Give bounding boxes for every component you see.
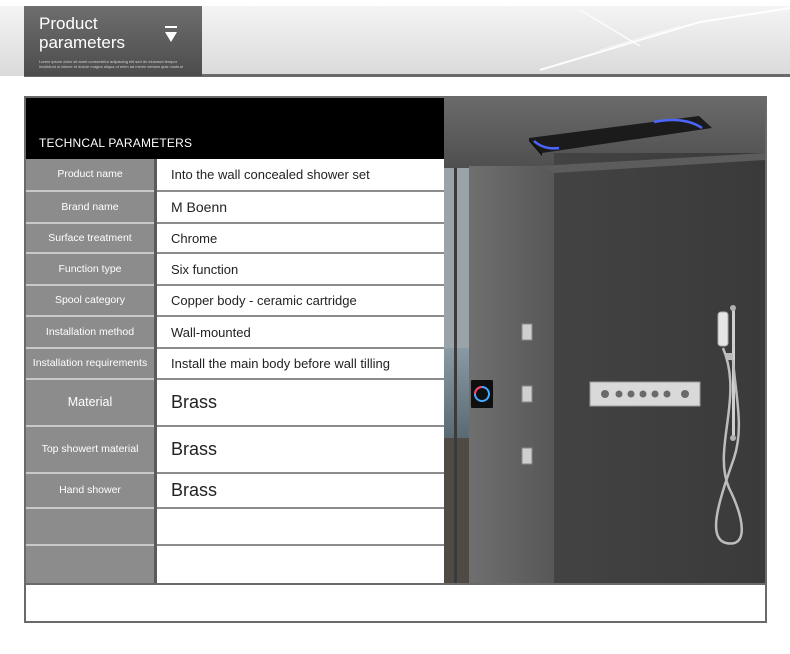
table-row: Hand shower Brass [26, 474, 444, 509]
row-value: Copper body - ceramic cartridge [157, 286, 444, 317]
table-row [26, 509, 444, 546]
table-row: Material Brass [26, 380, 444, 427]
table-row [26, 546, 444, 583]
row-value: Into the wall concealed shower set [157, 159, 444, 192]
table-row: Installation requirements Install the ma… [26, 349, 444, 380]
table-row: Top showert material Brass [26, 427, 444, 474]
table-heading: TECHNCAL PARAMETERS [39, 136, 193, 150]
table-row: Product name Into the wall concealed sho… [26, 159, 444, 192]
triangle-down-icon [165, 26, 177, 42]
row-label: Installation method [26, 317, 154, 349]
row-value: Six function [157, 254, 444, 286]
row-value [157, 546, 444, 583]
bottom-strip [26, 583, 765, 621]
row-label [26, 509, 154, 546]
row-value: Wall-mounted [157, 317, 444, 349]
product-photo [444, 98, 765, 583]
row-label: Brand name [26, 192, 154, 224]
row-value [157, 509, 444, 546]
row-label [26, 546, 154, 583]
row-value: Brass [157, 380, 444, 427]
row-label: Product name [26, 159, 154, 192]
table-row: Installation method Wall-mounted [26, 317, 444, 349]
table-column-divider [154, 159, 157, 583]
row-value: Brass [157, 474, 444, 509]
row-label: Material [26, 380, 154, 427]
table-row: Brand name M Boenn [26, 192, 444, 224]
row-label: Hand shower [26, 474, 154, 509]
table-heading-bar: TECHNCAL PARAMETERS [26, 98, 444, 159]
valve-panel [589, 381, 701, 407]
table-row: Surface treatment Chrome [26, 224, 444, 254]
row-label: Surface treatment [26, 224, 154, 254]
header-tab: Product parameters Lorem ipsum dolor sit… [24, 6, 202, 76]
row-value: Brass [157, 427, 444, 474]
row-value: Chrome [157, 224, 444, 254]
table-row: Function type Six function [26, 254, 444, 286]
row-value: M Boenn [157, 192, 444, 224]
parameter-table: Product name Into the wall concealed sho… [26, 159, 444, 583]
row-label: Spool category [26, 286, 154, 317]
row-value: Install the main body before wall tillin… [157, 349, 444, 380]
touch-panel [471, 380, 493, 408]
row-label: Function type [26, 254, 154, 286]
page-title: Product parameters [39, 14, 125, 52]
table-row: Spool category Copper body - ceramic car… [26, 286, 444, 317]
header-fine-print: Lorem ipsum dolor sit amet consectetur a… [39, 59, 183, 69]
row-label: Top showert material [26, 427, 154, 474]
row-label: Installation requirements [26, 349, 154, 380]
